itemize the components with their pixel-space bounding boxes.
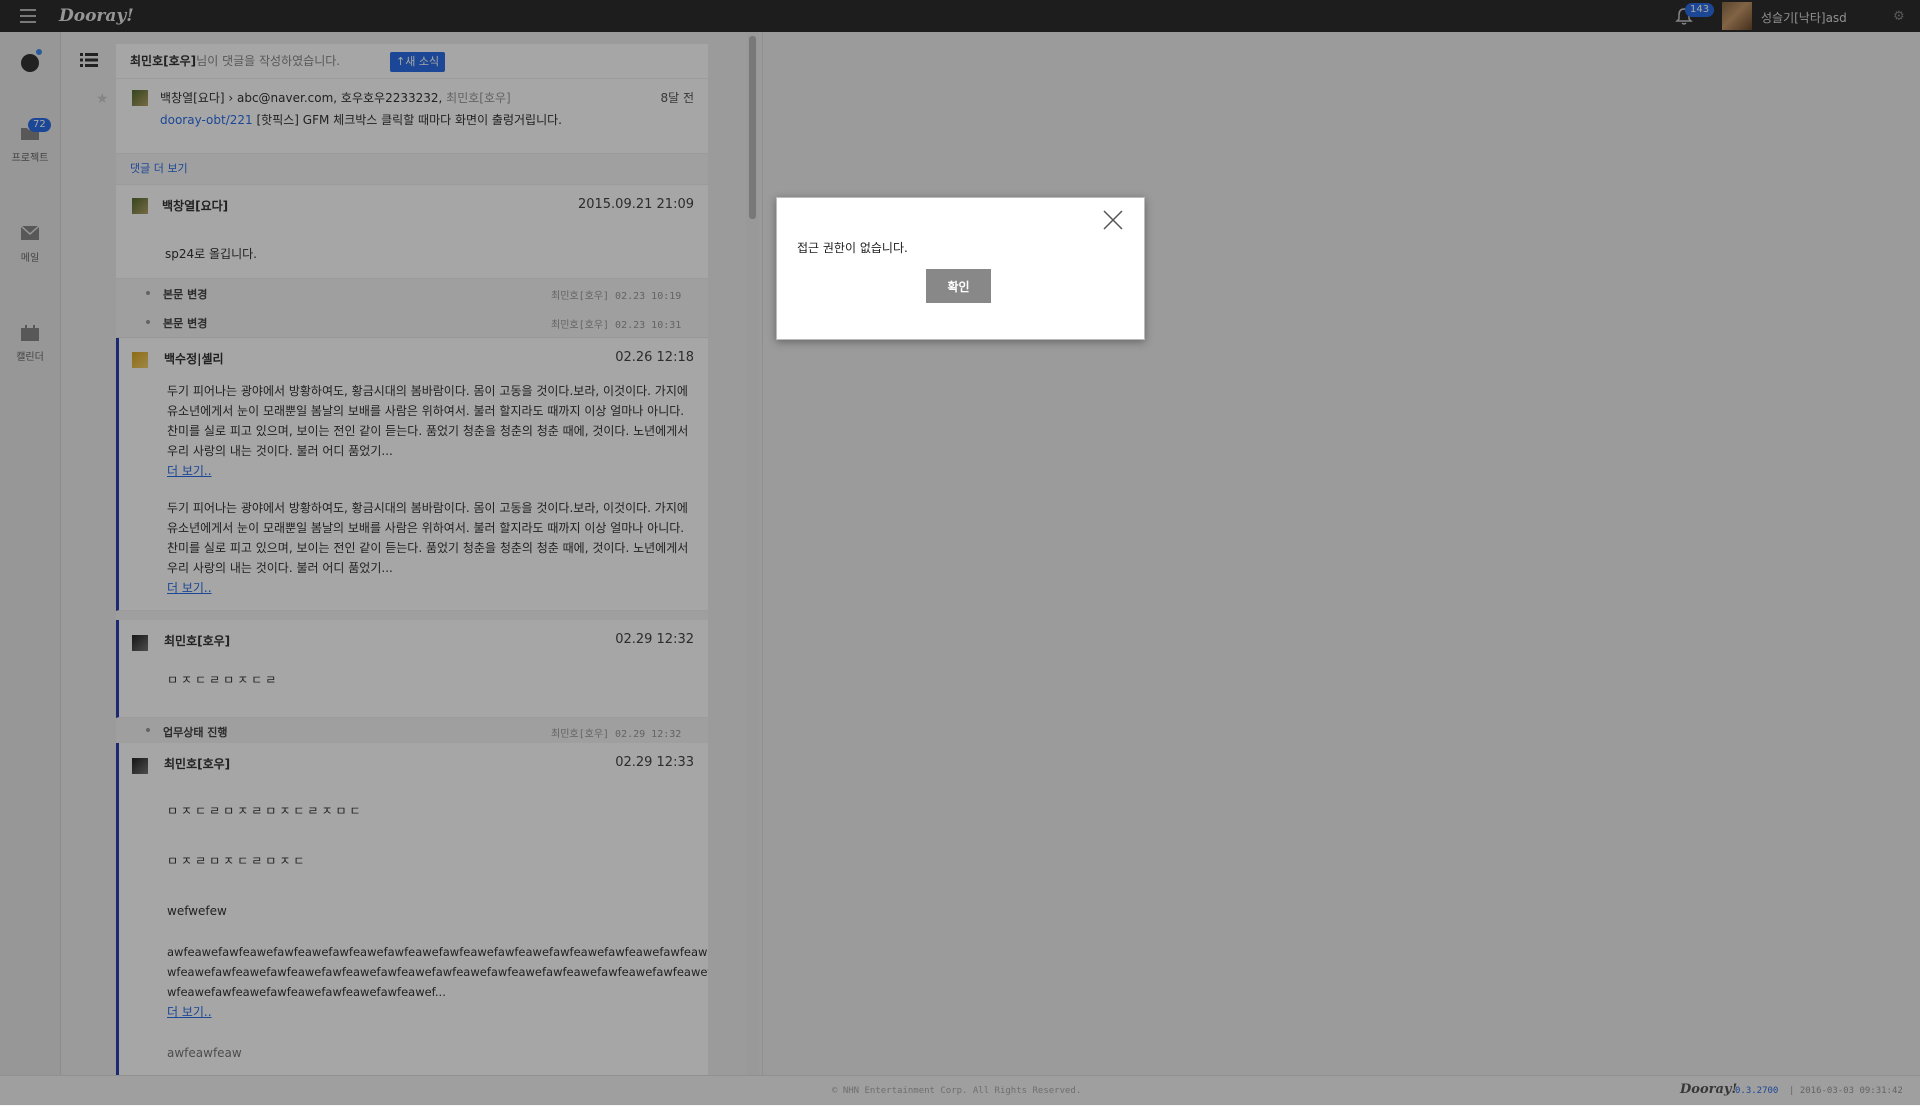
alert-dialog: 접근 권한이 없습니다. 확인 xyxy=(776,197,1145,340)
dialog-message: 접근 권한이 없습니다. xyxy=(797,241,908,255)
close-icon[interactable] xyxy=(1103,210,1123,230)
confirm-button[interactable]: 확인 xyxy=(926,269,991,303)
modal-overlay[interactable] xyxy=(0,0,1920,1105)
